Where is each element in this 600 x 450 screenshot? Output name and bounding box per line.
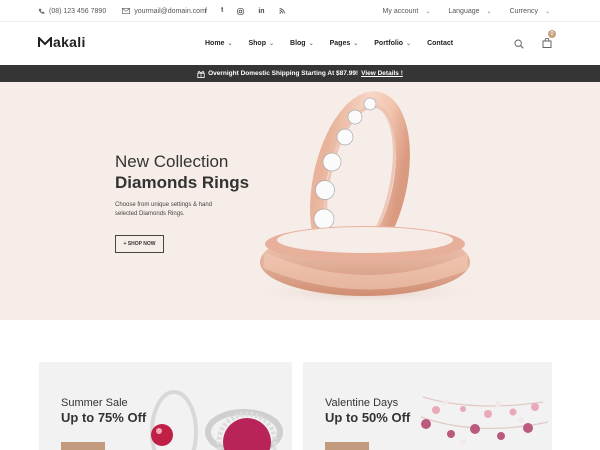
- my-account-label: My account: [382, 7, 419, 15]
- hero-description: Choose from unique settings & hand selec…: [115, 202, 213, 217]
- nav-item-contact[interactable]: Contact: [427, 40, 453, 47]
- chevron-down-icon: ⌄: [308, 41, 314, 47]
- nav-label: Home: [205, 40, 225, 47]
- promo-details-link[interactable]: View Details !: [361, 70, 403, 77]
- nav-label: Shop: [248, 40, 266, 47]
- nav-label: Portfolio: [374, 40, 404, 47]
- promo-banner-valentine[interactable]: Valentine Days Up to 50% Off: [303, 362, 552, 450]
- hero-subtitle: New Collection: [115, 152, 229, 171]
- banner-title: Up to 50% Off: [325, 410, 411, 425]
- phone-contact[interactable]: (08) 123 456 7890: [38, 8, 106, 15]
- shopping-bag-icon: [542, 37, 552, 48]
- chevron-down-icon: ⌄: [268, 41, 275, 47]
- gift-icon: [197, 70, 205, 78]
- diamond-rings-image: [245, 91, 485, 306]
- hero-title: Diamonds Rings: [115, 173, 250, 192]
- email-address: yourmail@domain.com: [134, 7, 206, 15]
- hero-slider: New Collection Diamonds Rings Choose fro…: [0, 82, 600, 320]
- nav-label: Pages: [329, 40, 351, 47]
- linkedin-icon[interactable]: in: [258, 8, 264, 15]
- chevron-down-icon: ⌄: [353, 41, 359, 47]
- twitter-icon[interactable]: 𝐭: [221, 7, 223, 15]
- chevron-down-icon: ⌄: [227, 41, 233, 47]
- hero-content: New Collection Diamonds Rings Choose fro…: [115, 152, 249, 253]
- banner-button[interactable]: [325, 442, 369, 450]
- logo-m-icon: [38, 36, 52, 47]
- nav-label: Contact: [427, 40, 454, 47]
- banner-subtitle: Summer Sale: [61, 397, 128, 409]
- nav-item-blog[interactable]: Blog ⌄: [290, 40, 314, 47]
- my-account-dropdown[interactable]: My account ⌄: [383, 8, 431, 15]
- banner-button[interactable]: [61, 442, 105, 450]
- banner-title: Up to 75% Off: [61, 410, 147, 425]
- chevron-down-icon: ⌄: [425, 8, 431, 15]
- shop-now-button[interactable]: + SHOP NOW: [115, 235, 164, 253]
- currency-label: Currency: [509, 7, 538, 15]
- promo-banner-summer[interactable]: Summer Sale Up to 75% Off: [39, 362, 292, 450]
- language-dropdown[interactable]: Language ⌄: [448, 8, 491, 15]
- banner-subtitle: Valentine Days: [325, 397, 399, 409]
- chevron-down-icon: ⌄: [544, 8, 550, 15]
- cart-count-badge: 0: [548, 29, 556, 38]
- nav-item-portfolio[interactable]: Portfolio ⌄: [374, 40, 411, 47]
- language-label: Language: [448, 7, 480, 15]
- search-icon[interactable]: [514, 38, 524, 49]
- facebook-icon[interactable]: f: [205, 8, 207, 15]
- currency-dropdown[interactable]: Currency ⌄: [510, 8, 550, 15]
- cart-button[interactable]: 0: [542, 29, 556, 53]
- nav-item-pages[interactable]: Pages ⌄: [330, 40, 359, 47]
- nav-label: Blog: [290, 40, 306, 47]
- promo-bar: Overnight Domestic Shipping Starting At …: [0, 65, 600, 82]
- top-bar: (08) 123 456 7890 yourmail@domain.com f …: [0, 0, 600, 22]
- chevron-down-icon: ⌄: [486, 8, 492, 15]
- phone-number: (08) 123 456 7890: [49, 7, 107, 15]
- site-logo[interactable]: akali: [38, 34, 86, 50]
- instagram-icon[interactable]: [237, 7, 244, 15]
- main-header: akali Home ⌄ Shop ⌄ Blog ⌄ Pages ⌄ Portfolio…: [0, 22, 600, 65]
- email-contact[interactable]: yourmail@domain.com: [122, 8, 206, 15]
- main-nav: Home ⌄ Shop ⌄ Blog ⌄ Pages ⌄ Portfolio ⌄ Cont…: [205, 22, 453, 65]
- promo-text: Overnight Domestic Shipping Starting At …: [208, 70, 359, 77]
- mail-icon: [122, 8, 131, 14]
- nav-item-home[interactable]: Home ⌄: [205, 40, 232, 47]
- nav-item-shop[interactable]: Shop ⌄: [248, 40, 274, 47]
- phone-icon: [38, 8, 45, 14]
- logo-text: akali: [53, 34, 86, 50]
- chevron-down-icon: ⌄: [406, 41, 412, 47]
- rss-icon[interactable]: [278, 8, 285, 14]
